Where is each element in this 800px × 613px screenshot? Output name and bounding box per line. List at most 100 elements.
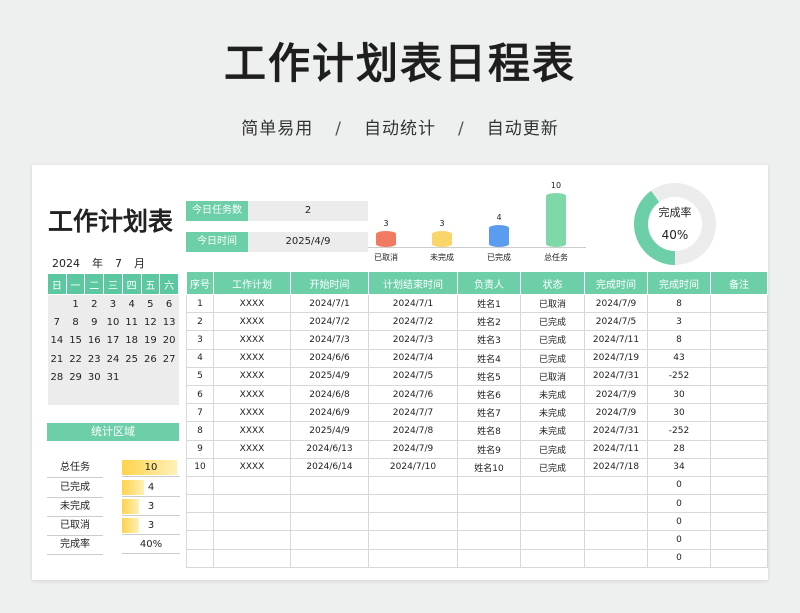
table-cell[interactable] bbox=[520, 512, 585, 532]
column-header[interactable]: 负责人 bbox=[457, 271, 521, 295]
table-cell[interactable]: 2024/7/5 bbox=[584, 312, 648, 332]
table-cell[interactable] bbox=[457, 548, 521, 568]
table-cell[interactable]: 2024/7/19 bbox=[584, 348, 648, 368]
column-header[interactable]: 序号 bbox=[186, 271, 214, 295]
calendar-day[interactable]: 29 bbox=[66, 368, 85, 387]
table-cell[interactable]: XXXX bbox=[213, 366, 291, 386]
calendar-day[interactable]: 21 bbox=[47, 349, 67, 369]
calendar-day[interactable]: 15 bbox=[66, 331, 85, 350]
table-cell[interactable]: 8 bbox=[647, 293, 711, 314]
table-cell[interactable]: 姓名7 bbox=[457, 403, 521, 423]
table-cell[interactable] bbox=[584, 475, 648, 496]
table-cell[interactable]: 30 bbox=[647, 403, 711, 423]
table-cell[interactable]: 已完成 bbox=[520, 439, 585, 459]
table-cell[interactable]: 2025/4/9 bbox=[290, 366, 369, 386]
today-time-value[interactable]: 2025/4/9 bbox=[248, 232, 368, 252]
table-cell[interactable]: 6 bbox=[186, 384, 214, 405]
table-cell[interactable]: 43 bbox=[647, 348, 711, 368]
table-cell[interactable]: XXXX bbox=[213, 293, 291, 314]
calendar-day[interactable]: 1 bbox=[66, 294, 85, 314]
table-cell[interactable]: 已完成 bbox=[520, 312, 585, 332]
column-header[interactable]: 备注 bbox=[710, 271, 768, 295]
table-cell[interactable] bbox=[710, 530, 768, 550]
table-cell[interactable]: XXXX bbox=[213, 421, 291, 441]
calendar-day[interactable] bbox=[122, 368, 142, 387]
table-cell[interactable]: 2024/7/3 bbox=[290, 330, 369, 350]
table-cell[interactable]: 姓名9 bbox=[457, 439, 521, 459]
table-cell[interactable] bbox=[710, 384, 768, 405]
table-cell[interactable]: 2024/6/6 bbox=[290, 348, 369, 368]
table-cell[interactable]: XXXX bbox=[213, 348, 291, 368]
table-cell[interactable]: 姓名10 bbox=[457, 457, 521, 477]
table-cell[interactable]: 2024/7/9 bbox=[584, 293, 648, 314]
table-cell[interactable] bbox=[213, 512, 291, 532]
table-cell[interactable]: 已完成 bbox=[520, 457, 585, 477]
calendar-day[interactable] bbox=[84, 386, 104, 405]
table-cell[interactable] bbox=[710, 366, 768, 386]
table-cell[interactable] bbox=[710, 348, 768, 368]
table-cell[interactable]: XXXX bbox=[213, 403, 291, 423]
table-cell[interactable]: 2024/7/5 bbox=[368, 366, 458, 386]
calendar-day[interactable]: 24 bbox=[103, 349, 123, 369]
table-cell[interactable]: 已取消 bbox=[520, 366, 585, 386]
table-cell[interactable]: XXXX bbox=[213, 312, 291, 332]
calendar-day[interactable]: 4 bbox=[122, 294, 142, 314]
column-header[interactable]: 开始时间 bbox=[290, 271, 369, 295]
table-cell[interactable]: 2024/7/9 bbox=[584, 384, 648, 405]
table-cell[interactable] bbox=[710, 457, 768, 477]
calendar-day[interactable]: 23 bbox=[84, 349, 104, 369]
calendar-day[interactable]: 10 bbox=[103, 313, 123, 332]
column-header[interactable]: 完成时间 bbox=[647, 271, 711, 295]
table-cell[interactable] bbox=[368, 475, 458, 496]
table-cell[interactable] bbox=[520, 548, 585, 568]
table-cell[interactable]: 2024/7/31 bbox=[584, 366, 648, 386]
table-cell[interactable]: 姓名2 bbox=[457, 312, 521, 332]
table-cell[interactable]: 2024/7/7 bbox=[368, 403, 458, 423]
calendar-day[interactable]: 19 bbox=[141, 331, 160, 350]
calendar-day[interactable] bbox=[141, 368, 160, 387]
table-cell[interactable]: 2024/6/14 bbox=[290, 457, 369, 477]
calendar-day[interactable]: 2 bbox=[84, 294, 104, 314]
table-cell[interactable]: 姓名4 bbox=[457, 348, 521, 368]
table-cell[interactable]: 2 bbox=[186, 312, 214, 332]
table-cell[interactable]: 未完成 bbox=[520, 384, 585, 405]
calendar-day[interactable]: 6 bbox=[159, 294, 179, 314]
calendar-day[interactable] bbox=[141, 386, 160, 405]
calendar-day[interactable] bbox=[159, 368, 179, 387]
calendar-year[interactable]: 2024 bbox=[52, 257, 80, 270]
table-cell[interactable]: 姓名3 bbox=[457, 330, 521, 350]
table-cell[interactable]: 2024/7/11 bbox=[584, 330, 648, 350]
table-cell[interactable] bbox=[290, 548, 369, 568]
table-cell[interactable]: 未完成 bbox=[520, 421, 585, 441]
table-cell[interactable] bbox=[457, 530, 521, 550]
calendar-day[interactable]: 14 bbox=[47, 331, 67, 350]
calendar-day[interactable]: 13 bbox=[159, 313, 179, 332]
table-cell[interactable]: 2024/7/9 bbox=[584, 403, 648, 423]
table-cell[interactable] bbox=[710, 293, 768, 314]
calendar-day[interactable]: 30 bbox=[84, 368, 104, 387]
table-cell[interactable]: 2024/7/9 bbox=[368, 439, 458, 459]
table-cell[interactable] bbox=[584, 494, 648, 514]
calendar-day[interactable]: 16 bbox=[84, 331, 104, 350]
table-cell[interactable] bbox=[710, 330, 768, 350]
table-cell[interactable] bbox=[520, 475, 585, 496]
table-cell[interactable]: 未完成 bbox=[520, 403, 585, 423]
table-cell[interactable]: 3 bbox=[647, 312, 711, 332]
table-cell[interactable] bbox=[584, 512, 648, 532]
today-tasks-value[interactable]: 2 bbox=[248, 201, 368, 221]
table-cell[interactable]: 9 bbox=[186, 439, 214, 459]
table-cell[interactable] bbox=[290, 494, 369, 514]
calendar-day[interactable]: 3 bbox=[103, 294, 123, 314]
table-cell[interactable] bbox=[290, 530, 369, 550]
table-cell[interactable]: 2024/7/1 bbox=[368, 293, 458, 314]
table-cell[interactable]: 2024/7/6 bbox=[368, 384, 458, 405]
table-cell[interactable]: -252 bbox=[647, 366, 711, 386]
table-cell[interactable] bbox=[710, 312, 768, 332]
calendar-day[interactable]: 11 bbox=[122, 313, 142, 332]
calendar-day[interactable] bbox=[103, 386, 123, 405]
table-cell[interactable] bbox=[213, 475, 291, 496]
table-cell[interactable]: 4 bbox=[186, 348, 214, 368]
table-cell[interactable]: 0 bbox=[647, 494, 711, 514]
column-header[interactable]: 状态 bbox=[520, 271, 585, 295]
calendar-day[interactable]: 5 bbox=[141, 294, 160, 314]
